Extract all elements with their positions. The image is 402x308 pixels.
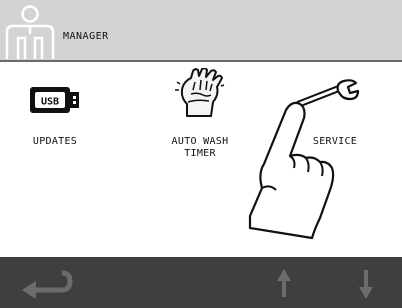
back-button[interactable] [10,257,80,308]
arrow-down-icon [359,270,373,299]
washing-hand-icon [175,68,225,117]
scroll-down-button[interactable] [344,257,388,308]
usb-label: USB [41,97,59,108]
page-title: MANAGER [63,31,109,42]
user-manager-icon [5,5,55,59]
updates-tile[interactable]: USB UPDATES [15,74,95,174]
header-bar: MANAGER [0,0,402,62]
return-arrow-icon [22,270,73,299]
auto-wash-timer-tile[interactable]: AUTO WASH TIMER [145,68,255,174]
scroll-up-button[interactable] [262,257,306,308]
auto-wash-label-line2: TIMER [184,148,216,159]
auto-wash-label-line1: AUTO WASH [171,136,229,147]
updates-label: UPDATES [32,136,78,147]
auto-wash-timer-label: AUTO WASH TIMER [145,136,255,160]
footer-bar [0,257,402,308]
pointing-hand-icon [248,101,335,240]
usb-drive-icon: USB [30,87,79,113]
manager-screen: MANAGER USB UPDATES AUTO WASH TIMER SERV… [0,0,402,308]
arrow-up-icon [277,269,291,297]
